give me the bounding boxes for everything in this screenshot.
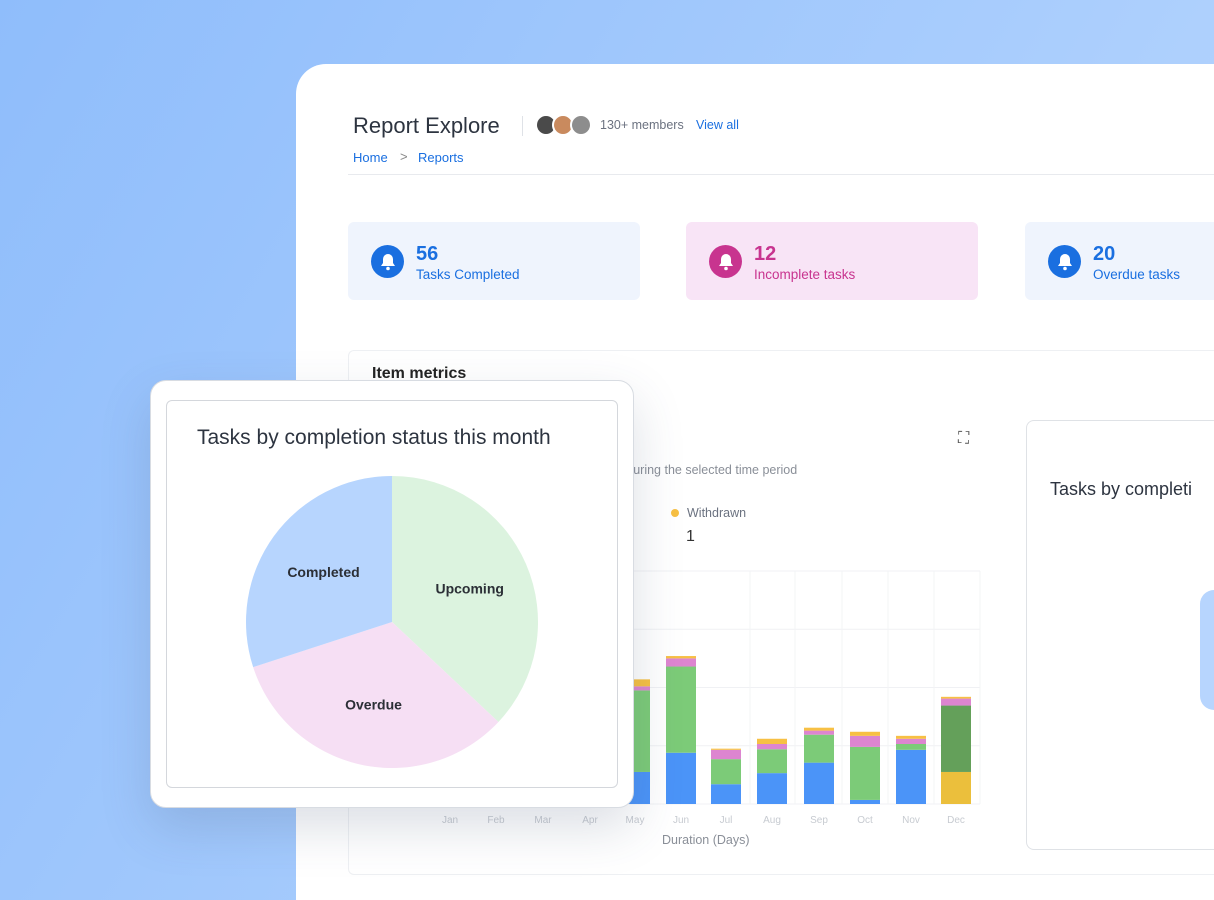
pie-label: Upcoming <box>435 580 503 596</box>
bar-segment-nov <box>896 744 926 750</box>
bar-segment-nov <box>896 738 926 745</box>
pie-label: Overdue <box>345 697 402 713</box>
bar-segment-oct <box>850 746 880 800</box>
stat-value: 20 <box>1093 243 1116 265</box>
x-tick-label: Apr <box>582 815 598 826</box>
bar-segment-nov <box>896 749 926 804</box>
pie-chart-partial <box>1200 590 1214 710</box>
bar-segment-dec <box>941 771 971 804</box>
x-tick-label: Jun <box>672 815 690 826</box>
pie-chart: Upcoming Overdue Completed <box>246 476 538 768</box>
bar-segment-sep <box>804 730 834 735</box>
x-tick-label: Sep <box>810 815 828 826</box>
bar-segment-oct <box>850 735 880 747</box>
bar-segment-jun <box>666 666 696 753</box>
bar-segment-dec <box>941 696 971 699</box>
bar-segment-oct <box>850 731 880 736</box>
bell-icon <box>1048 245 1081 278</box>
x-tick-label: Mar <box>534 815 552 826</box>
bar-segment-aug <box>757 773 787 804</box>
bar-segment-jul <box>711 748 741 750</box>
x-tick-label: Feb <box>487 815 505 826</box>
bar-segment-jul <box>711 759 741 785</box>
x-tick-label: May <box>625 815 645 826</box>
card-title: Tasks by completi <box>1050 479 1193 499</box>
bar-segment-sep <box>804 727 834 731</box>
x-tick-label: Oct <box>857 815 873 826</box>
bar-segment-aug <box>757 744 787 750</box>
x-tick-label: Jul <box>719 815 733 826</box>
pie-chart-title: Tasks by completion status this month <box>197 426 551 449</box>
x-tick-label: Dec <box>947 815 965 826</box>
x-tick-label: Jan <box>441 815 459 826</box>
stat-label: Overdue tasks <box>1093 267 1181 282</box>
bar-segment-jul <box>711 749 741 760</box>
stat-card: 20 Overdue tasks <box>1025 222 1214 300</box>
bar-segment-jul <box>711 784 741 804</box>
pie-label: Completed <box>287 564 359 580</box>
bar-segment-sep <box>804 734 834 763</box>
bar-segment-dec <box>941 705 971 772</box>
bar-segment-sep <box>804 762 834 804</box>
x-axis-label: Duration (Days) <box>662 833 750 847</box>
bar-segment-jun <box>666 656 696 659</box>
bar-segment-jun <box>666 752 696 804</box>
bar-segment-jun <box>666 658 696 667</box>
bar-segment-aug <box>757 738 787 745</box>
bar-segment-dec <box>941 698 971 706</box>
x-tick-label: Aug <box>763 815 781 826</box>
bar-segment-aug <box>757 749 787 774</box>
bar-segment-nov <box>896 735 926 739</box>
x-tick-label: Nov <box>902 815 920 826</box>
bar-segment-oct <box>850 799 880 804</box>
